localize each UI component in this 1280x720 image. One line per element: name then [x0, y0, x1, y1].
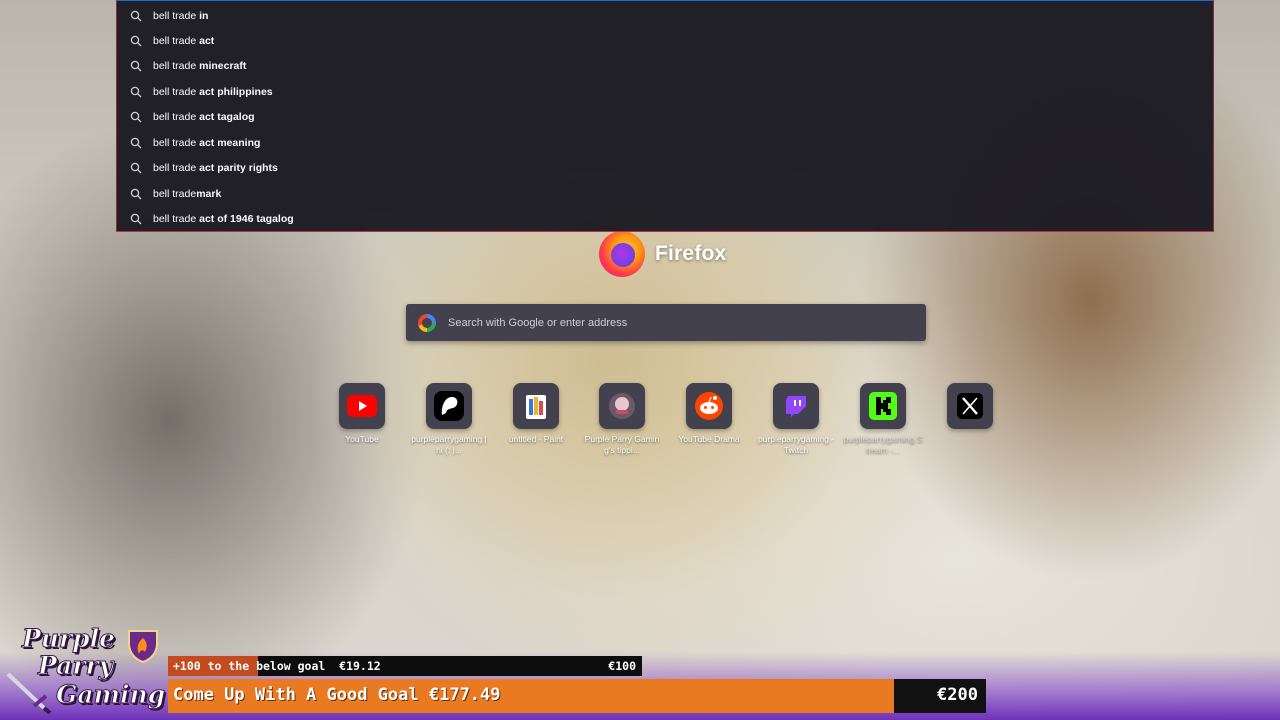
top-site-tile[interactable]: purpleparrygaming | hi (: |... [409, 383, 489, 456]
patreon-icon [434, 391, 464, 421]
search-icon [129, 136, 143, 150]
top-site-tile[interactable]: Purple Parry Gaming's tippi... [582, 383, 662, 456]
top-site-icon-box[interactable] [686, 383, 732, 429]
shield-icon [128, 630, 158, 664]
top-site-icon-box[interactable] [860, 383, 906, 429]
suggestion-item[interactable]: bell trade in [117, 3, 1213, 28]
firefox-wordmark: Firefox [655, 242, 727, 265]
logo-line: Purple [21, 624, 116, 654]
suggestion-item[interactable]: bell trade act of 1946 tagalog [117, 206, 1213, 231]
top-site-label: purpleparrygaming - Twitch [757, 434, 835, 455]
goal-bar-main: Come Up With A Good Goal €177.49 €200 [168, 679, 986, 713]
suggestion-text: bell trade in [153, 9, 209, 22]
top-site-tile[interactable]: purpleparrygaming - Twitch [756, 383, 836, 456]
search-icon [129, 34, 143, 48]
google-icon [418, 313, 436, 332]
top-site-label: purpleparrygaming | hi (: |... [411, 434, 487, 455]
search-icon [129, 9, 143, 23]
top-site-tile[interactable]: YouTube Drama [669, 383, 749, 445]
search-icon [129, 187, 143, 201]
top-site-tile[interactable]: untitled - Paint [496, 383, 576, 445]
suggestion-text: bell trade act philippines [153, 85, 273, 98]
suggestion-item[interactable]: bell trade minecraft [117, 53, 1213, 78]
goal-text: Come Up With A Good Goal €177.49 [173, 685, 501, 705]
search-icon [129, 161, 143, 175]
suggestion-text: bell trade act [153, 34, 215, 47]
suggestion-text: bell trade act of 1946 tagalog [153, 212, 294, 225]
search-icon [129, 59, 143, 73]
search-input[interactable] [446, 315, 926, 330]
top-site-icon-box[interactable] [513, 383, 559, 429]
top-site-label: Purple Parry Gaming's tippi... [584, 434, 660, 455]
youtube-icon [347, 395, 377, 417]
suggestion-item[interactable]: bell trade act [117, 28, 1213, 53]
goal-bar-small: +100 to the below goal €19.12 €100 [168, 656, 642, 676]
top-site-tile[interactable] [930, 383, 1010, 434]
top-site-tile[interactable]: purpleparrygaming Stream -... [843, 383, 923, 456]
avatar-icon [609, 393, 635, 419]
suggestion-item[interactable]: bell trade act philippines [117, 79, 1213, 104]
search-suggestions-dropdown: bell trade in bell trade act bell trade … [116, 0, 1214, 232]
top-site-label: YouTube Drama [678, 434, 740, 444]
suggestion-item[interactable]: bell trade act meaning [117, 130, 1213, 155]
search-icon [129, 85, 143, 99]
top-site-icon-box[interactable] [426, 383, 472, 429]
top-site-tile[interactable]: YouTube [322, 383, 402, 445]
search-icon [129, 212, 143, 226]
top-site-label: purpleparrygaming Stream -... [843, 434, 923, 455]
suggestion-text: bell trade act tagalog [153, 110, 255, 123]
twitch-icon [786, 396, 806, 417]
goal-target: €200 [937, 685, 978, 705]
suggestion-text: bell trade act meaning [153, 136, 261, 149]
top-site-label: YouTube [345, 434, 379, 444]
sword-icon [6, 672, 52, 714]
firefox-logo-icon [599, 231, 645, 277]
suggestion-item[interactable]: bell trade act parity rights [117, 155, 1213, 180]
suggestion-item[interactable]: bell trademark [117, 181, 1213, 206]
top-site-icon-box[interactable] [773, 383, 819, 429]
paint-icon [526, 395, 546, 419]
kick-icon [869, 392, 897, 420]
top-site-label: untitled - Paint [508, 434, 564, 444]
search-bar[interactable] [406, 304, 926, 341]
channel-logo: Purple Parry Gaming [4, 624, 166, 718]
reddit-icon [695, 392, 723, 420]
firefox-brand: Firefox [599, 231, 726, 277]
top-site-icon-box[interactable] [339, 383, 385, 429]
top-site-icon-box[interactable] [947, 383, 993, 429]
suggestion-item[interactable]: bell trade act tagalog [117, 104, 1213, 129]
desktop-stage: bell trade in bell trade act bell trade … [0, 0, 1280, 720]
suggestion-text: bell trade act parity rights [153, 161, 278, 174]
search-icon [129, 110, 143, 124]
goal-text: +100 to the below goal €19.12 [173, 659, 381, 673]
suggestion-text: bell trademark [153, 187, 222, 200]
x-icon [957, 393, 983, 419]
top-site-icon-box[interactable] [599, 383, 645, 429]
goal-target: €100 [608, 659, 636, 673]
logo-line: Gaming [55, 680, 166, 710]
suggestion-text: bell trade minecraft [153, 59, 247, 72]
